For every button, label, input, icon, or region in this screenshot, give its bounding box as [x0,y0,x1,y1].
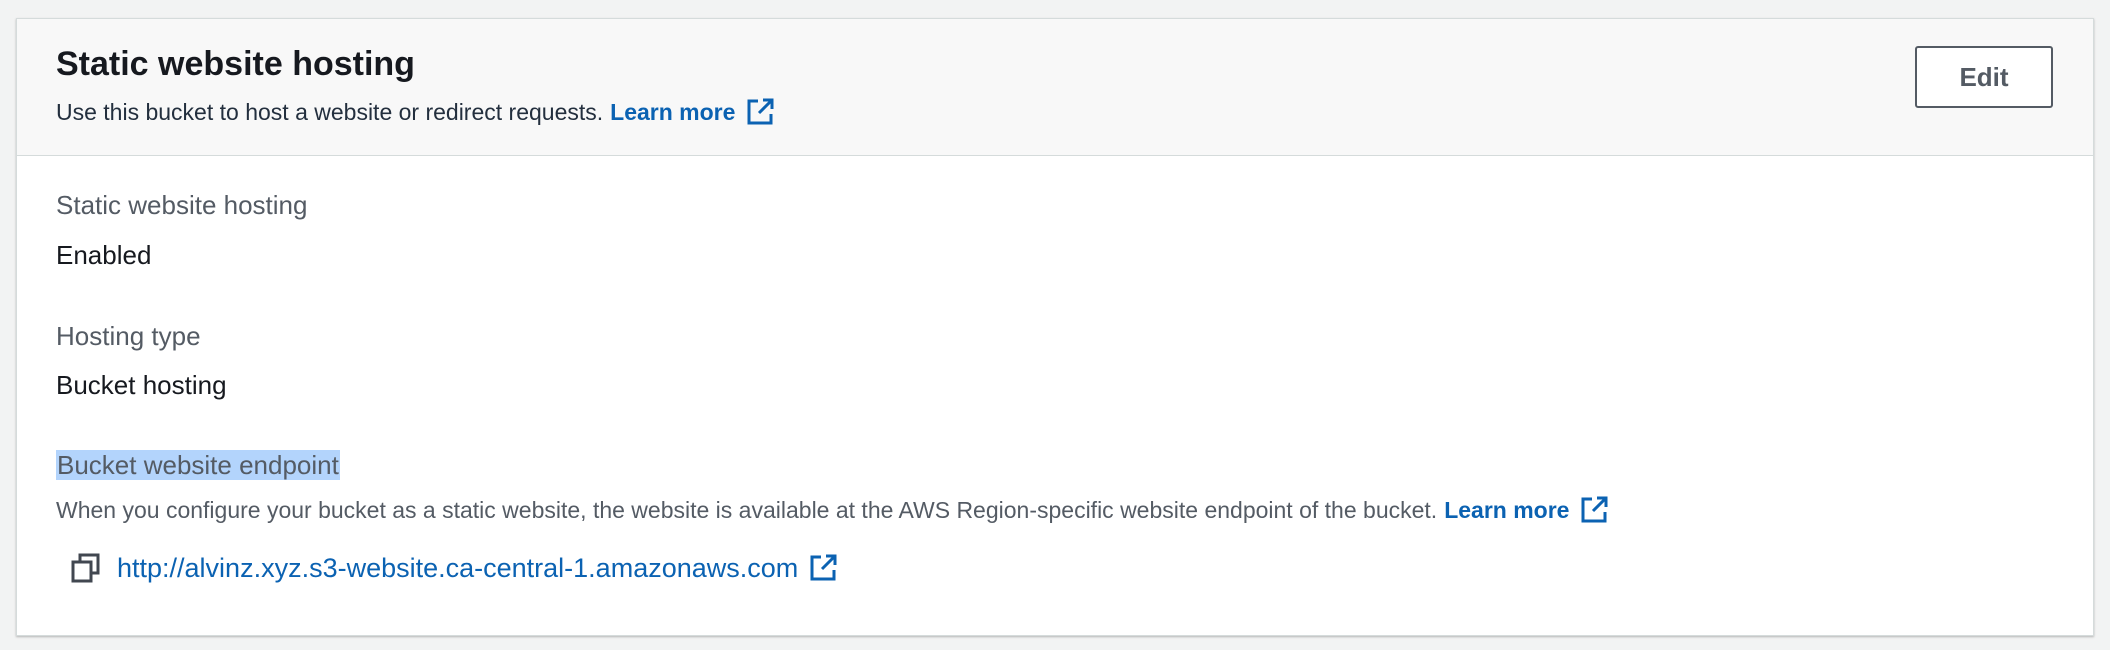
endpoint-description-text: When you configure your bucket as a stat… [56,496,1438,523]
endpoint-description: When you configure your bucket as a stat… [56,495,1609,525]
static-website-hosting-panel: Static website hosting Use this bucket t… [16,18,2094,636]
header-learn-more-link[interactable]: Learn more [610,99,735,126]
panel-description: Use this bucket to host a website or red… [56,97,775,127]
external-link-icon[interactable] [1579,495,1609,525]
hosting-status-label: Static website hosting [56,190,308,220]
endpoint-url-row: http://alvinz.xyz.s3-website.ca-central-… [69,551,838,585]
endpoint-learn-more-link[interactable]: Learn more [1444,497,1569,524]
hosting-type-label: Hosting type [56,321,201,351]
panel-description-text: Use this bucket to host a website or red… [56,98,604,125]
edit-button[interactable]: Edit [1915,46,2053,108]
panel-header: Static website hosting Use this bucket t… [17,19,2093,156]
external-link-icon[interactable] [745,97,775,127]
hosting-status-value: Enabled [56,240,152,270]
endpoint-label: Bucket website endpoint [56,450,340,480]
hosting-type-value: Bucket hosting [56,370,227,400]
copy-icon[interactable] [69,551,103,585]
panel-title: Static website hosting [56,45,415,83]
endpoint-label-wrapper: Bucket website endpoint [56,450,340,481]
endpoint-url-link[interactable]: http://alvinz.xyz.s3-website.ca-central-… [117,553,798,584]
external-link-icon[interactable] [808,553,838,583]
